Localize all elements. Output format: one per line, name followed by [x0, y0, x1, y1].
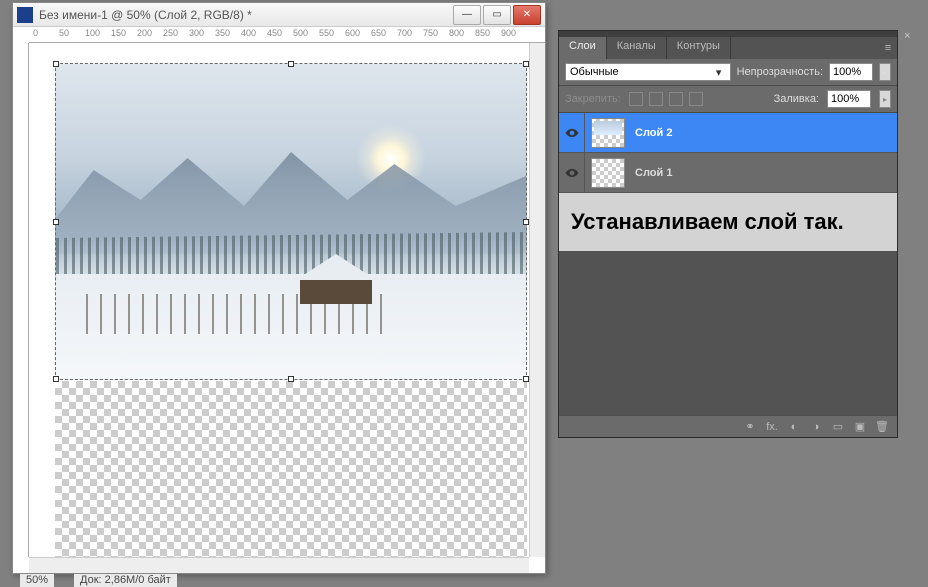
- close-panel-icon[interactable]: ×: [904, 30, 918, 44]
- layers-list: Слой 2 Слой 1: [559, 113, 897, 193]
- transform-handle-top-left[interactable]: [53, 61, 59, 67]
- ruler-mark: 600: [345, 28, 360, 38]
- layer-row[interactable]: Слой 1: [559, 153, 897, 193]
- opacity-input[interactable]: 100%: [829, 63, 873, 81]
- visibility-toggle[interactable]: [559, 113, 585, 152]
- layer-thumbnail[interactable]: [591, 158, 625, 188]
- app-icon: [17, 7, 33, 23]
- ruler-mark: 750: [423, 28, 438, 38]
- close-button[interactable]: ✕: [513, 5, 541, 25]
- opacity-label: Непрозрачность:: [737, 66, 823, 78]
- ruler-mark: 250: [163, 28, 178, 38]
- window-title: Без имени-1 @ 50% (Слой 2, RGB/8) *: [39, 8, 451, 22]
- layers-panel: Слои Каналы Контуры ≡ Обычные ▾ Непрозра…: [558, 30, 898, 438]
- panel-menu-icon[interactable]: ≡: [879, 37, 897, 59]
- transform-handle-bottom-left[interactable]: [53, 376, 59, 382]
- titlebar: Без имени-1 @ 50% (Слой 2, RGB/8) * — ▭ …: [13, 3, 545, 27]
- tab-channels[interactable]: Каналы: [607, 37, 667, 59]
- fx-icon[interactable]: fx.: [765, 420, 779, 434]
- layer-row[interactable]: Слой 2: [559, 113, 897, 153]
- lock-fill-row: Закрепить: Заливка: 100% ▸: [559, 86, 897, 113]
- ruler-mark: 450: [267, 28, 282, 38]
- canvas-area[interactable]: [29, 43, 529, 557]
- statusbar: 50% Док: 2,86M/0 байт: [12, 574, 185, 587]
- adjustment-layer-icon[interactable]: ◑: [809, 420, 823, 434]
- ruler-mark: 700: [397, 28, 412, 38]
- visibility-toggle[interactable]: [559, 153, 585, 192]
- group-icon[interactable]: ▭: [831, 420, 845, 434]
- blend-opacity-row: Обычные ▾ Непрозрачность: 100% ▸: [559, 59, 897, 86]
- minimize-button[interactable]: —: [453, 5, 481, 25]
- image-transform-bounds[interactable]: [55, 63, 527, 380]
- transform-handle-left-center[interactable]: [53, 219, 59, 225]
- blend-mode-value: Обычные: [570, 66, 619, 78]
- ruler-mark: 350: [215, 28, 230, 38]
- fill-value: 100%: [831, 93, 859, 105]
- lock-position-icon[interactable]: [669, 92, 683, 106]
- tab-layers[interactable]: Слои: [559, 37, 607, 59]
- transform-handle-bottom-center[interactable]: [288, 376, 294, 382]
- blend-mode-select[interactable]: Обычные ▾: [565, 63, 731, 81]
- layer-thumbnail[interactable]: [591, 118, 625, 148]
- ruler-horizontal[interactable]: 0 50 100 150 200 250 300 350 400 450 500…: [29, 27, 545, 43]
- eye-icon: [565, 126, 579, 140]
- lock-transparency-icon[interactable]: [629, 92, 643, 106]
- scrollbar-vertical[interactable]: [529, 43, 545, 557]
- panel-footer: ⚭ fx. ◐ ◑ ▭ ▣ 🗑: [559, 415, 897, 437]
- lock-icons: [629, 92, 703, 106]
- layer-mask-icon[interactable]: ◐: [787, 420, 801, 434]
- annotation-text: Устанавливаем слой так.: [559, 193, 897, 251]
- opacity-value: 100%: [833, 66, 861, 78]
- transparency-checker: [55, 381, 527, 557]
- panel-tabs: Слои Каналы Контуры ≡: [559, 37, 897, 59]
- transform-handle-top-center[interactable]: [288, 61, 294, 67]
- ruler-mark: 200: [137, 28, 152, 38]
- new-layer-icon[interactable]: ▣: [853, 420, 867, 434]
- window-controls: — ▭ ✕: [451, 5, 541, 25]
- layer-name[interactable]: Слой 1: [631, 167, 672, 179]
- lock-all-icon[interactable]: [689, 92, 703, 106]
- ruler-mark: 100: [85, 28, 100, 38]
- fill-stepper[interactable]: ▸: [879, 90, 891, 108]
- ruler-mark: 850: [475, 28, 490, 38]
- link-layers-icon[interactable]: ⚭: [743, 420, 757, 434]
- chevron-down-icon: ▾: [712, 66, 726, 79]
- lock-label: Закрепить:: [565, 93, 621, 105]
- eye-icon: [565, 166, 579, 180]
- tab-paths[interactable]: Контуры: [667, 37, 731, 59]
- fill-input[interactable]: 100%: [827, 90, 871, 108]
- document-window: Без имени-1 @ 50% (Слой 2, RGB/8) * — ▭ …: [12, 2, 546, 574]
- ruler-mark: 550: [319, 28, 334, 38]
- ruler-vertical[interactable]: [13, 43, 29, 557]
- layer-name[interactable]: Слой 2: [631, 127, 672, 139]
- ruler-mark: 500: [293, 28, 308, 38]
- scrollbar-horizontal[interactable]: [29, 557, 529, 573]
- ruler-mark: 300: [189, 28, 204, 38]
- ruler-mark: 650: [371, 28, 386, 38]
- ruler-mark: 900: [501, 28, 516, 38]
- zoom-value[interactable]: 50%: [20, 574, 54, 587]
- lock-pixels-icon[interactable]: [649, 92, 663, 106]
- fill-label: Заливка:: [774, 93, 819, 105]
- ruler-mark: 800: [449, 28, 464, 38]
- image-content: [286, 254, 386, 304]
- opacity-stepper[interactable]: ▸: [879, 63, 891, 81]
- document-info[interactable]: Док: 2,86M/0 байт: [74, 574, 177, 587]
- ruler-mark: 150: [111, 28, 126, 38]
- ruler-mark: 0: [33, 28, 38, 38]
- maximize-button[interactable]: ▭: [483, 5, 511, 25]
- ruler-mark: 400: [241, 28, 256, 38]
- trash-icon[interactable]: 🗑: [875, 420, 889, 434]
- ruler-mark: 50: [59, 28, 69, 38]
